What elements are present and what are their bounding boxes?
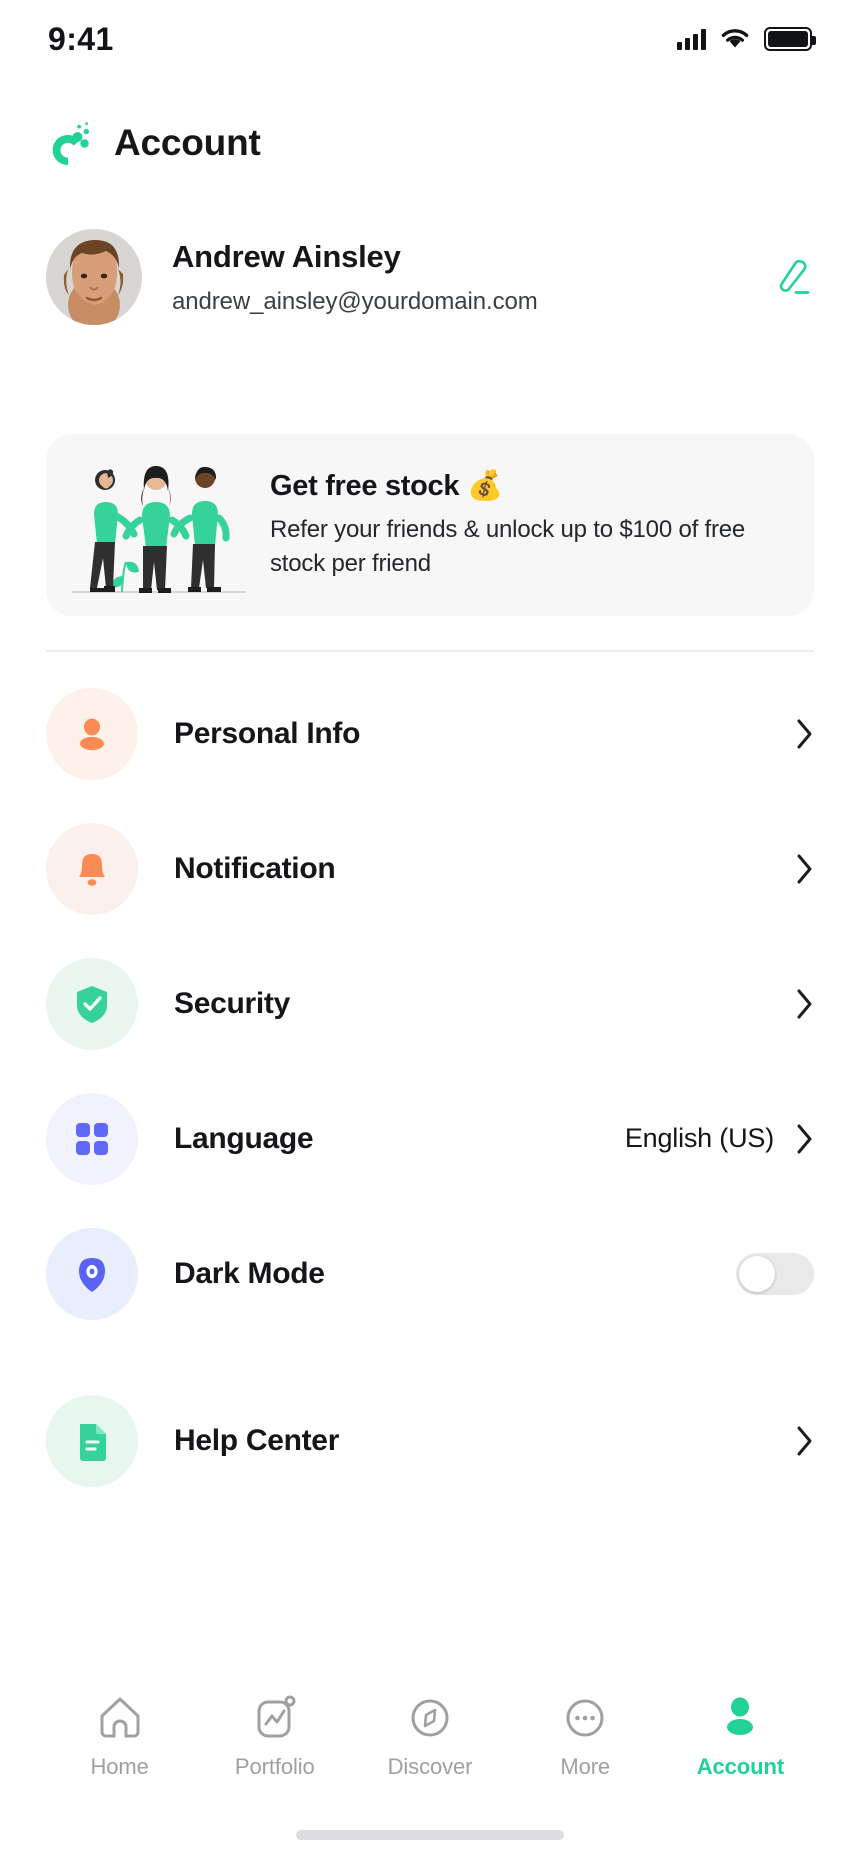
person-icon [80, 718, 104, 750]
profile-section: Andrew Ainsley andrew_ainsley@yourdomain… [46, 218, 814, 336]
settings-row-label: Help Center [174, 1423, 340, 1457]
settings-row-security[interactable]: Security [0, 936, 860, 1071]
app-header: Account [0, 108, 860, 178]
chevron-right-icon [796, 853, 814, 885]
grid-squares-icon [76, 1122, 108, 1155]
cellular-signal-icon [677, 28, 706, 50]
profile-text: Andrew Ainsley andrew_ainsley@yourdomain… [172, 238, 770, 315]
status-time: 9:41 [48, 20, 114, 57]
settings-row-dark-mode[interactable]: Dark Mode [0, 1206, 860, 1341]
settings-row-value: English (US) [624, 1123, 774, 1153]
chevron-right-icon [796, 1123, 814, 1155]
shield-check-icon [77, 985, 107, 1023]
portfolio-chart-icon [250, 1692, 300, 1744]
status-indicators [677, 27, 816, 51]
shield-check-icon-wrap [46, 957, 138, 1050]
settings-row-label: Language [174, 1121, 314, 1155]
tab-label: Home [90, 1754, 149, 1779]
bottom-navigation: Home Portfolio Discover More Account [0, 1678, 860, 1796]
settings-row-label: Security [174, 986, 290, 1020]
dark-mode-toggle[interactable] [736, 1252, 814, 1295]
promo-title: Get free stock 💰 [270, 469, 503, 502]
grid-squares-icon-wrap [46, 1092, 138, 1185]
tab-account[interactable]: Account [663, 1692, 818, 1780]
tab-label: More [560, 1754, 611, 1779]
page-title: Account [114, 122, 261, 163]
tab-home[interactable]: Home [42, 1692, 197, 1780]
person-filled-icon [715, 1692, 765, 1744]
settings-row-notification[interactable]: Notification [0, 801, 860, 936]
battery-full-icon [764, 27, 816, 51]
three-friends-illustration [64, 450, 254, 600]
settings-row-label: Personal Info [174, 716, 361, 750]
document-icon [80, 1423, 106, 1461]
app-logo-icon [46, 118, 92, 168]
chevron-right-icon [796, 988, 814, 1020]
settings-row-help-center[interactable]: Help Center [0, 1373, 860, 1508]
tab-more[interactable]: More [508, 1692, 663, 1780]
tab-discover[interactable]: Discover [352, 1692, 507, 1780]
tab-label: Account [696, 1754, 785, 1779]
referral-promo-card[interactable]: Get free stock 💰 Refer your friends & un… [46, 434, 814, 616]
edit-profile-button[interactable] [770, 255, 814, 299]
wifi-icon [721, 29, 749, 48]
document-icon-wrap [46, 1394, 138, 1487]
ellipsis-circle-icon [560, 1692, 610, 1744]
settings-row-language[interactable]: Language English (US) [0, 1071, 860, 1206]
bell-icon [79, 853, 105, 886]
profile-email: andrew_ainsley@yourdomain.com [172, 287, 538, 315]
chevron-right-icon [796, 1425, 814, 1457]
promo-body: Get free stock 💰 Refer your friends & un… [270, 469, 804, 581]
bell-icon-wrap [46, 822, 138, 915]
settings-row-label: Dark Mode [174, 1256, 325, 1290]
compass-icon [405, 1692, 455, 1744]
settings-row-label: Notification [174, 851, 336, 885]
eye-icon-wrap [46, 1227, 138, 1320]
chevron-right-icon [796, 718, 814, 750]
divider-top [46, 650, 814, 652]
person-icon-wrap [46, 687, 138, 780]
profile-name: Andrew Ainsley [172, 239, 401, 275]
toggle-knob [739, 1255, 775, 1292]
settings-row-personal-info[interactable]: Personal Info [0, 666, 860, 801]
status-bar: 9:41 [0, 0, 860, 78]
avatar [46, 229, 142, 325]
tab-portfolio[interactable]: Portfolio [197, 1692, 352, 1780]
tab-label: Discover [387, 1754, 473, 1779]
eye-icon [79, 1257, 105, 1292]
edit-pencil-icon [779, 259, 810, 294]
promo-description: Refer your friends & unlock up to $100 o… [270, 515, 746, 577]
tab-label: Portfolio [234, 1754, 315, 1779]
settings-list: Personal Info Notification Security Lang… [0, 666, 860, 1508]
account-screen: 9:41 Account Andrew Ainsley andrew_ainsl… [0, 0, 860, 1864]
home-icon [95, 1692, 145, 1744]
home-indicator [296, 1830, 564, 1840]
